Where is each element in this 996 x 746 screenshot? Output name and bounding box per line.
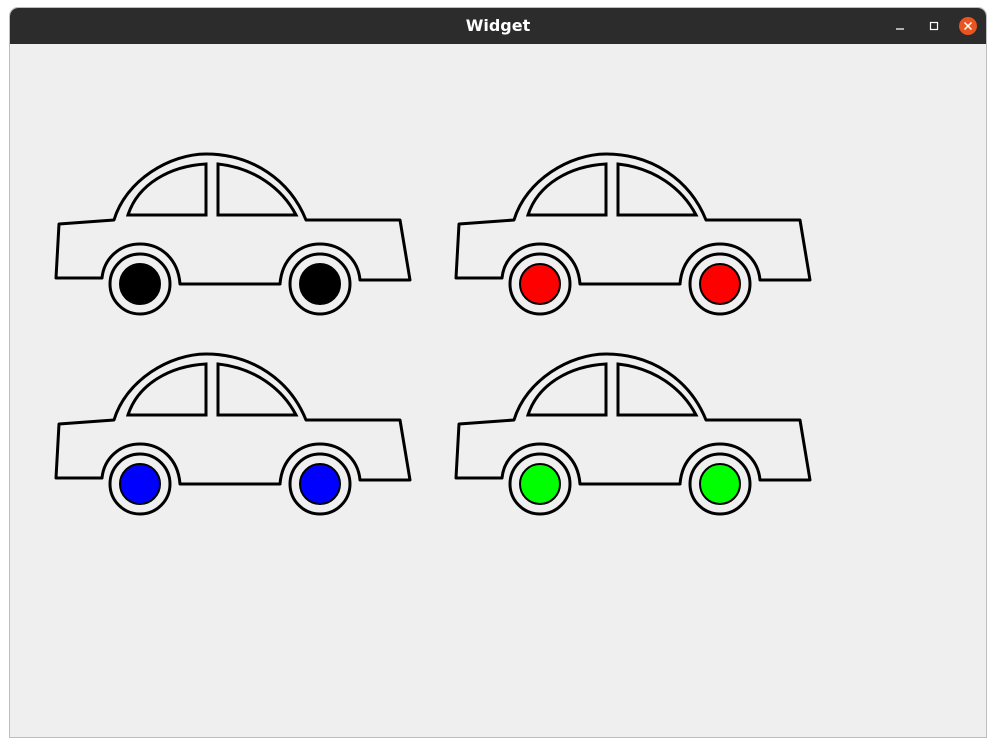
car-red-wheels bbox=[454, 152, 812, 316]
car-blue-wheels bbox=[54, 352, 412, 516]
app-window: Widget bbox=[10, 8, 986, 737]
maximize-icon bbox=[929, 21, 939, 31]
wheel-right bbox=[699, 263, 741, 305]
cars-drawing bbox=[54, 152, 812, 516]
wheel-left bbox=[519, 263, 561, 305]
window-title: Widget bbox=[465, 16, 531, 35]
car-black-wheels bbox=[54, 152, 412, 316]
minimize-icon bbox=[896, 28, 904, 30]
wheel-right bbox=[699, 463, 741, 505]
close-button[interactable] bbox=[958, 16, 978, 36]
widget-canvas bbox=[10, 44, 986, 737]
minimize-button[interactable] bbox=[890, 16, 910, 36]
wheel-right bbox=[299, 263, 341, 305]
maximize-button[interactable] bbox=[924, 16, 944, 36]
title-bar[interactable]: Widget bbox=[10, 8, 986, 44]
wheel-right bbox=[299, 463, 341, 505]
wheel-left bbox=[519, 463, 561, 505]
close-icon bbox=[959, 17, 977, 35]
car-green-wheels bbox=[454, 352, 812, 516]
wheel-left bbox=[119, 263, 161, 305]
wheel-left bbox=[119, 463, 161, 505]
